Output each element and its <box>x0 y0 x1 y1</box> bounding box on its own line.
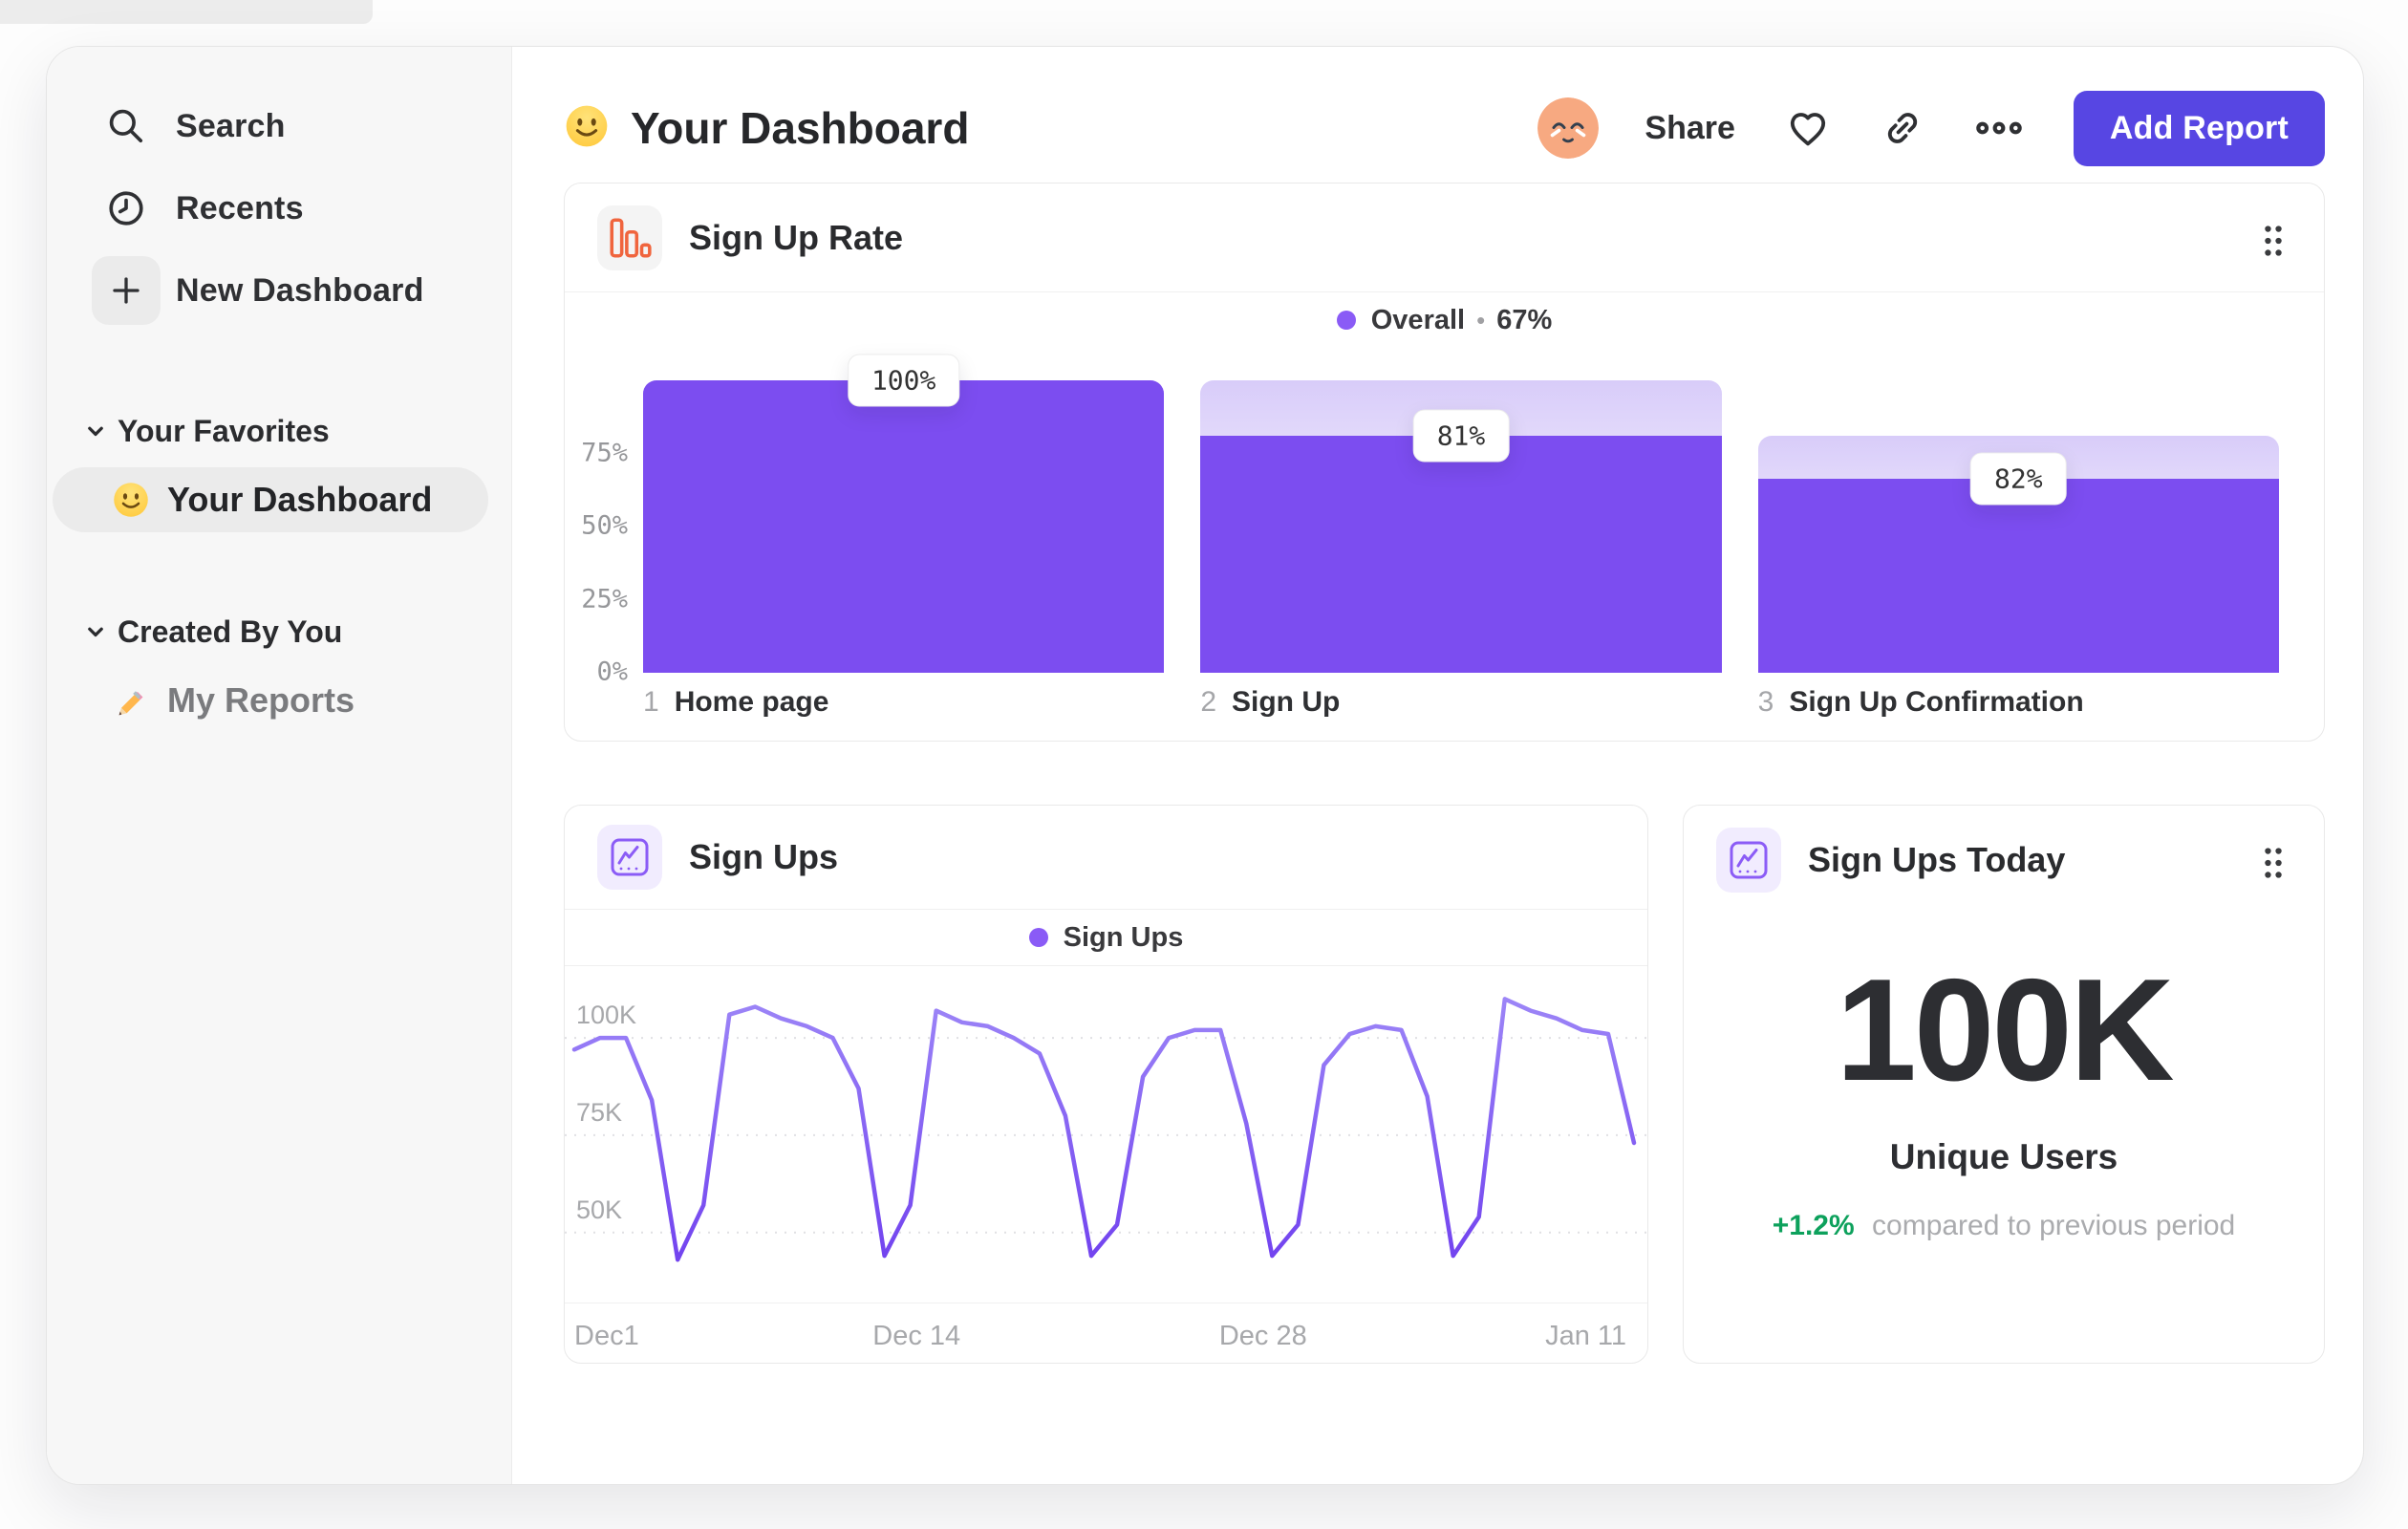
sidebar-item-label: New Dashboard <box>176 271 424 309</box>
share-button[interactable]: Share <box>1645 110 1735 147</box>
main-content: Your Dashboard Share Add Report Sign Up … <box>512 47 2363 1484</box>
funnel-chart: 75% 50% 25% 0% 100% 81% 82% <box>581 354 2279 686</box>
x-axis-tick: Dec1 <box>574 1321 639 1351</box>
sidebar-item-label: My Reports <box>167 680 355 720</box>
card-title: Sign Up Rate <box>689 217 904 257</box>
sidebar-item-new-dashboard[interactable]: New Dashboard <box>47 249 511 332</box>
header-actions: Share Add Report <box>1537 90 2325 166</box>
kpi-body: 100K Unique Users +1.2% compared to prev… <box>1684 914 2324 1242</box>
funnel-bar-sign-up[interactable]: 81% <box>1200 380 1722 673</box>
x-axis-tick: Dec 14 <box>872 1321 961 1351</box>
funnel-legend: Overall • 67% <box>565 292 2324 348</box>
ellipsis-icon[interactable] <box>1974 103 2024 153</box>
bottom-row: Sign Ups Sign Ups 100K 75K 50K Dec1 Dec … <box>564 805 2325 1364</box>
kpi-delta: +1.2% compared to previous period <box>1773 1210 2235 1242</box>
drag-handle-icon[interactable] <box>2261 846 2286 885</box>
funnel-bar-sign-up-confirmation[interactable]: 82% <box>1757 380 2279 673</box>
funnel-fill <box>1757 478 2279 673</box>
line-series <box>571 997 1637 1262</box>
chevron-down-icon <box>85 420 106 441</box>
x-axis-labels: Dec1 Dec 14 Dec 28 Jan 11 <box>565 1303 1647 1367</box>
line-legend: Sign Ups <box>565 910 1647 965</box>
card-header: Sign Up Rate <box>565 183 2324 291</box>
x-axis-tick: Dec 28 <box>1218 1321 1307 1351</box>
y-axis-tick: 100K <box>576 1001 637 1030</box>
x-axis-tick: Jan 11 <box>1545 1321 1626 1351</box>
sidebar-item-your-dashboard[interactable]: Your Dashboard <box>53 467 488 532</box>
legend-dot <box>1336 311 1356 330</box>
page-header: Your Dashboard Share Add Report <box>564 85 2325 171</box>
funnel-x-labels: 1 Home page 2 Sign Up 3 Sign Up Confirma… <box>643 686 2279 719</box>
step-label: 2 Sign Up <box>1200 686 1341 718</box>
search-icon <box>92 105 161 147</box>
pencil-emoji <box>110 681 152 720</box>
heart-icon[interactable] <box>1785 105 1831 151</box>
app-window: Search Recents New Dashboard Your Favori… <box>46 46 2364 1485</box>
kpi-value: 100K <box>1836 949 2174 1111</box>
favorites-section: Your Favorites Your Dashboard <box>47 400 511 532</box>
step-label: 1 Home page <box>643 686 829 718</box>
sidebar-item-search[interactable]: Search <box>47 85 511 167</box>
section-title: Your Favorites <box>118 413 330 448</box>
value-tooltip: 82% <box>1970 452 2067 506</box>
card-title: Sign Ups Today <box>1808 839 2066 879</box>
sidebar-item-label: Recents <box>176 189 304 226</box>
legend-value: 67% <box>1496 304 1553 335</box>
chevron-down-icon <box>85 621 106 642</box>
value-tooltip: 81% <box>1412 409 1510 463</box>
card-title: Sign Ups <box>689 837 839 876</box>
screen: Search Recents New Dashboard Your Favori… <box>0 0 2408 1529</box>
sidebar-item-recents[interactable]: Recents <box>47 167 511 249</box>
kpi-label: Unique Users <box>1889 1137 2118 1176</box>
clock-icon <box>92 187 161 229</box>
value-tooltip: 100% <box>847 354 960 407</box>
sidebar: Search Recents New Dashboard Your Favori… <box>47 47 512 1484</box>
smiley-emoji <box>110 481 152 519</box>
delta-value: +1.2% <box>1772 1210 1855 1241</box>
add-report-button[interactable]: Add Report <box>2073 90 2325 166</box>
sign-ups-today-card: Sign Ups Today 100K Unique Users +1.2% c… <box>1683 805 2325 1364</box>
funnel-fill <box>643 380 1165 673</box>
y-axis-tick: 75% <box>581 437 628 467</box>
legend-separator: • <box>1476 305 1486 334</box>
card-header: Sign Ups <box>565 806 1647 909</box>
line-chart-icon <box>597 825 662 890</box>
y-axis-tick: 50% <box>581 510 628 541</box>
avatar[interactable] <box>1537 97 1600 159</box>
sidebar-item-my-reports[interactable]: My Reports <box>53 668 488 733</box>
funnel-bar-home-page[interactable]: 100% <box>643 354 1165 673</box>
link-icon[interactable] <box>1881 106 1924 150</box>
section-title: Created By You <box>118 614 343 649</box>
bar-chart-icon <box>597 205 662 270</box>
section-created-by-you[interactable]: Created By You <box>47 601 511 662</box>
y-axis-tick: 75K <box>576 1097 623 1127</box>
card-header: Sign Ups Today <box>1684 806 2324 914</box>
created-by-you-section: Created By You My Reports <box>47 601 511 733</box>
plus-icon <box>92 256 161 325</box>
delta-suffix: compared to previous period <box>1872 1210 2236 1241</box>
sidebar-item-label: Your Dashboard <box>167 480 433 519</box>
y-axis-tick: 25% <box>581 583 628 614</box>
background-strip <box>0 0 373 24</box>
legend-label: Sign Ups <box>1063 921 1184 953</box>
y-axis-tick: 0% <box>596 657 628 687</box>
page-title: Your Dashboard <box>631 103 970 153</box>
legend-dot <box>1028 928 1048 947</box>
sign-ups-card: Sign Ups Sign Ups 100K 75K 50K Dec1 Dec … <box>564 805 1648 1364</box>
y-axis-tick: 50K <box>576 1195 623 1224</box>
step-label: 3 Sign Up Confirmation <box>1757 686 2084 718</box>
line-chart-svg <box>565 997 1647 1262</box>
line-chart: 100K 75K 50K <box>565 966 1647 1303</box>
section-your-favorites[interactable]: Your Favorites <box>47 400 511 462</box>
drag-handle-icon[interactable] <box>2261 224 2286 263</box>
line-chart-icon <box>1716 827 1781 893</box>
legend-label: Overall <box>1370 304 1466 335</box>
funnel-fill <box>1200 436 1722 673</box>
smiley-emoji <box>564 103 610 154</box>
sign-up-rate-card: Sign Up Rate Overall • 67% 75% 50% 25% 0… <box>564 183 2325 742</box>
sidebar-item-label: Search <box>176 107 286 144</box>
